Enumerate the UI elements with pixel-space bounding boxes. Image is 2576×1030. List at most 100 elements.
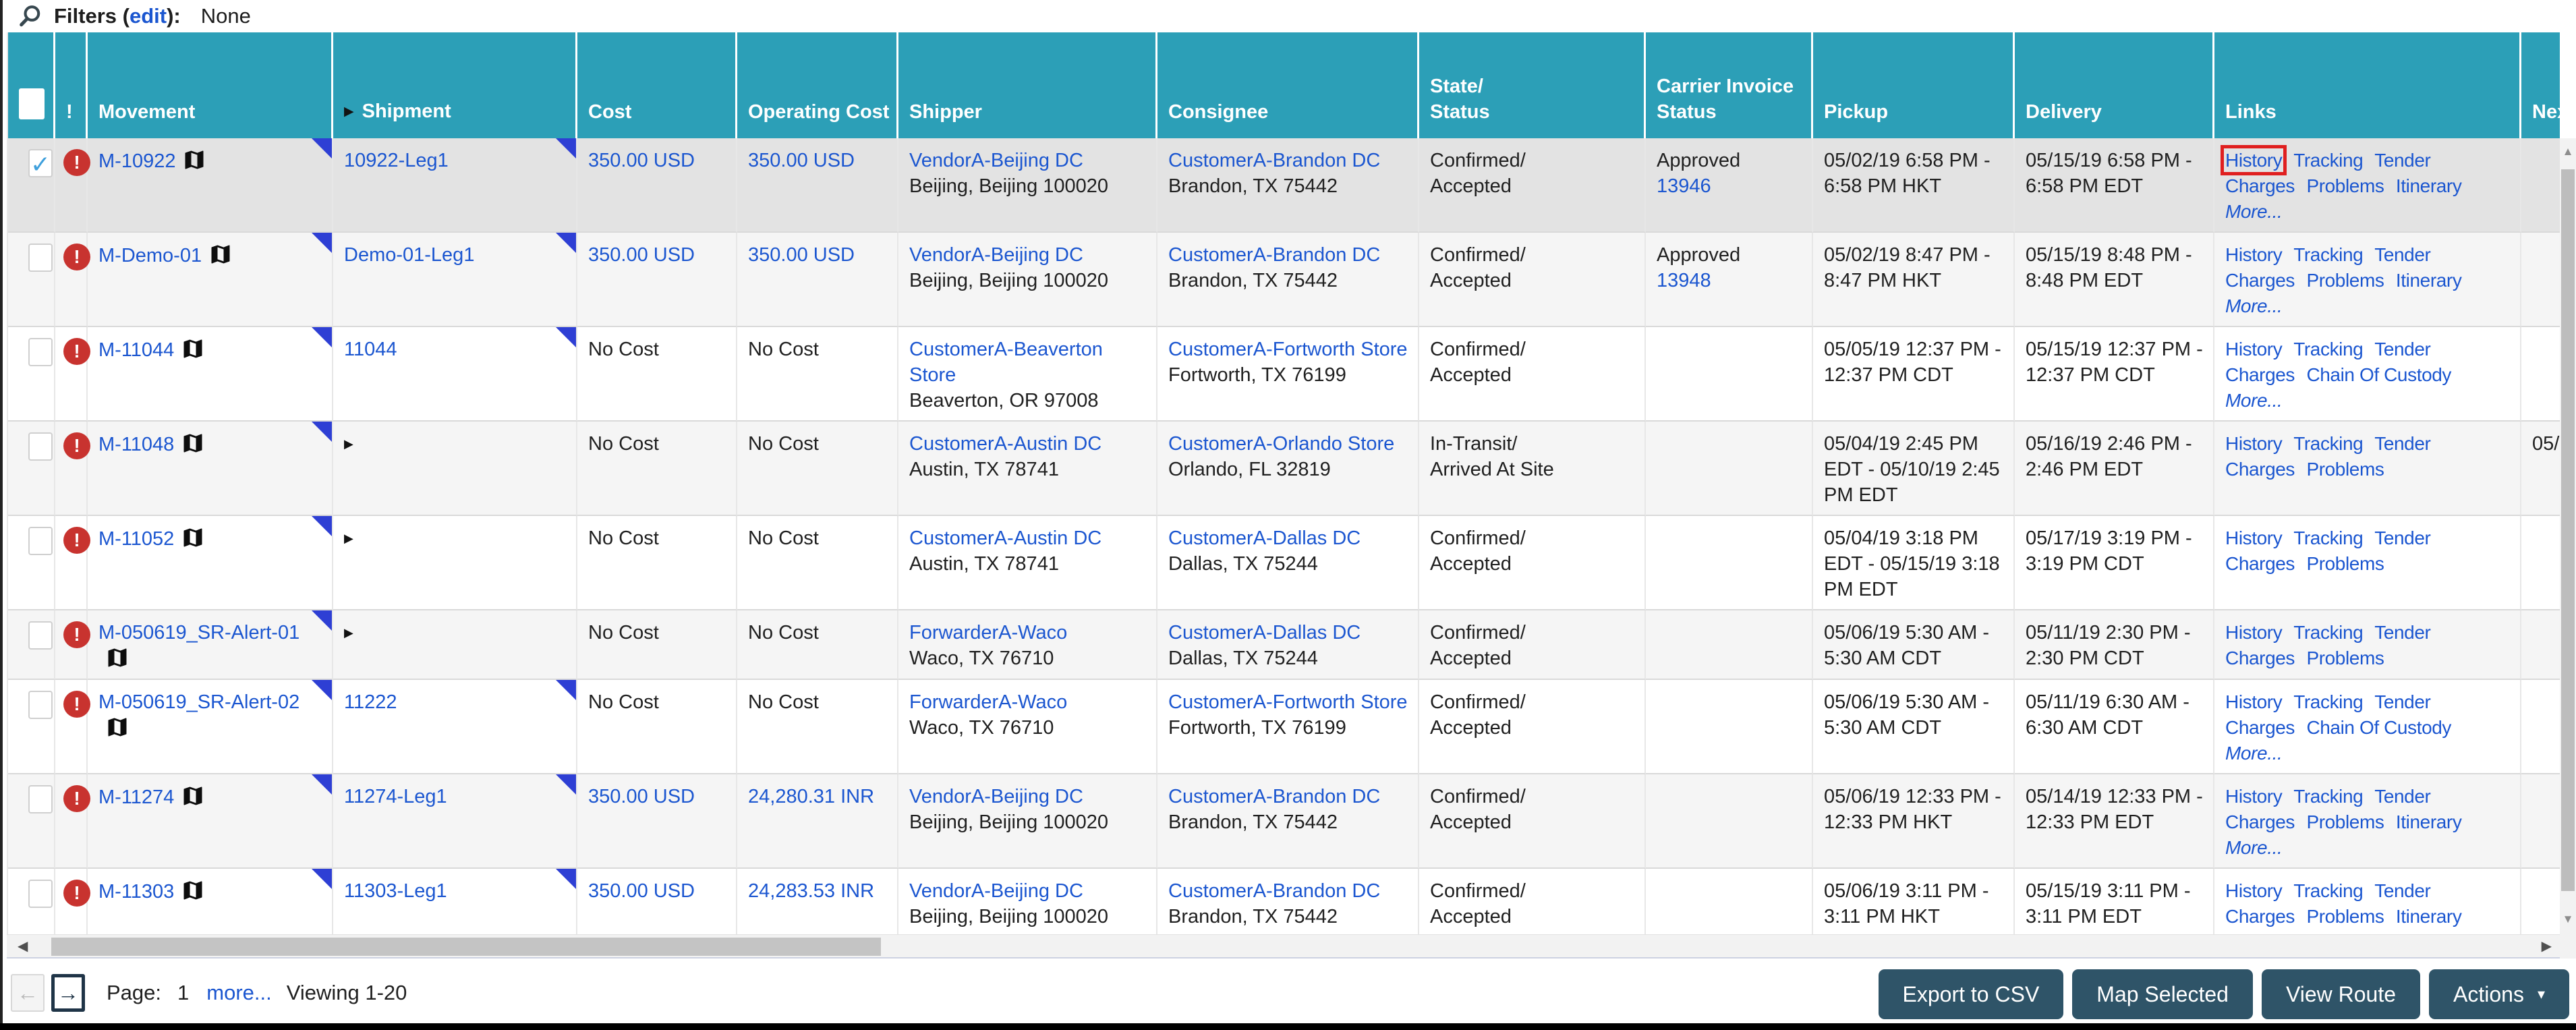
column-header[interactable]: ▶Carrier Invoice Status — [1646, 32, 1813, 138]
row-action-link[interactable]: Charges — [2225, 459, 2295, 480]
select-all-header[interactable] — [8, 32, 55, 138]
row-select-cell[interactable]: ✓ — [8, 869, 55, 934]
row-checkbox[interactable]: ✓ — [28, 880, 53, 908]
column-header[interactable]: ▶! — [55, 32, 88, 138]
previous-page-button[interactable]: ← — [11, 974, 45, 1012]
alert-icon[interactable]: ! — [63, 691, 90, 718]
alert-icon[interactable]: ! — [63, 149, 90, 176]
row-action-link[interactable]: History — [2225, 622, 2283, 643]
row-select-cell[interactable]: ✓ — [8, 422, 55, 516]
row-action-link[interactable]: Itinerary — [2396, 175, 2462, 196]
row-action-link[interactable]: Tender — [2374, 622, 2431, 643]
column-header[interactable]: ▶Pickup — [1813, 32, 2015, 138]
actions-dropdown-button[interactable]: Actions ▾ — [2429, 969, 2569, 1019]
row-select-cell[interactable]: ✓ — [8, 610, 55, 680]
shipper-link[interactable]: VendorA-Beijing DC — [909, 880, 1083, 902]
horizontal-scrollbar-thumb[interactable] — [51, 938, 881, 956]
row-action-link[interactable]: Tender — [2374, 244, 2431, 265]
column-header[interactable]: ▶Links — [2214, 32, 2521, 138]
row-action-link[interactable]: Tender — [2374, 339, 2431, 360]
row-action-link[interactable]: Tender — [2374, 433, 2431, 454]
column-header[interactable]: ▶ Shipment — [333, 32, 577, 138]
row-checkbox[interactable]: ✓ — [28, 785, 53, 813]
shipper-link[interactable]: CustomerA-Austin DC — [909, 433, 1101, 455]
view-route-button[interactable]: View Route — [2261, 969, 2421, 1019]
row-action-link[interactable]: Charges — [2225, 270, 2295, 291]
map-icon[interactable] — [105, 646, 130, 670]
row-action-link[interactable]: Charges — [2225, 364, 2295, 385]
row-checkbox[interactable]: ✓ — [28, 244, 53, 272]
column-header[interactable]: ▶Consignee — [1157, 32, 1419, 138]
movement-link[interactable]: M-11044 — [98, 339, 174, 361]
shipper-link[interactable]: ForwarderA-Waco — [909, 691, 1067, 713]
alert-icon[interactable]: ! — [63, 338, 90, 365]
row-action-link[interactable]: Problems — [2306, 459, 2384, 480]
column-header[interactable]: ▶State/ Status — [1419, 32, 1646, 138]
map-icon[interactable] — [105, 715, 130, 739]
movement-link[interactable]: M-11048 — [98, 434, 174, 455]
row-checkbox[interactable]: ✓ — [28, 621, 53, 650]
cost-value[interactable]: 350.00 USD — [588, 150, 695, 171]
operating-cost-value[interactable]: 350.00 USD — [748, 244, 855, 266]
map-icon[interactable] — [181, 878, 205, 903]
row-action-link[interactable]: Problems — [2306, 811, 2384, 832]
scroll-right-icon[interactable]: ▶ — [2542, 935, 2552, 958]
row-action-link[interactable]: Itinerary — [2396, 270, 2462, 291]
alert-icon[interactable]: ! — [63, 785, 90, 812]
shipment-link[interactable]: 11303-Leg1 — [344, 880, 447, 902]
row-action-link[interactable]: Tracking — [2293, 339, 2364, 360]
row-action-link[interactable]: Chain Of Custody — [2306, 364, 2451, 385]
vertical-scrollbar-thumb[interactable] — [2561, 169, 2575, 891]
shipper-link[interactable]: VendorA-Beijing DC — [909, 786, 1083, 807]
consignee-link[interactable]: CustomerA-Brandon DC — [1168, 244, 1380, 266]
movement-link[interactable]: M-10922 — [98, 150, 175, 172]
row-action-link[interactable]: Problems — [2306, 175, 2384, 196]
shipper-link[interactable]: CustomerA-Beaverton Store — [909, 339, 1103, 386]
vertical-scrollbar[interactable]: ▲ ▼ — [2560, 138, 2576, 934]
row-action-link[interactable]: More... — [2225, 295, 2283, 316]
row-action-link[interactable]: Charges — [2225, 175, 2295, 196]
invoice-number-link[interactable]: 13948 — [1657, 270, 1711, 291]
consignee-link[interactable]: CustomerA-Brandon DC — [1168, 150, 1380, 171]
row-action-link[interactable]: Problems — [2306, 270, 2384, 291]
column-header[interactable]: ▶Next — [2521, 32, 2560, 138]
row-checkbox[interactable]: ✓ — [28, 527, 53, 555]
row-checkbox[interactable]: ✓ — [28, 338, 53, 366]
consignee-link[interactable]: CustomerA-Brandon DC — [1168, 786, 1380, 807]
alert-icon[interactable]: ! — [63, 432, 90, 459]
row-action-link[interactable]: History — [2225, 786, 2283, 807]
row-action-link[interactable]: Tracking — [2293, 622, 2364, 643]
alert-icon[interactable]: ! — [63, 880, 90, 907]
row-select-cell[interactable]: ✓ — [8, 233, 55, 327]
cost-value[interactable]: 350.00 USD — [588, 244, 695, 266]
consignee-link[interactable]: CustomerA-Fortworth Store — [1168, 691, 1408, 713]
row-action-link[interactable]: More... — [2225, 837, 2283, 858]
row-action-link[interactable]: Chain Of Custody — [2306, 717, 2451, 738]
shipper-link[interactable]: CustomerA-Austin DC — [909, 527, 1101, 549]
row-action-link[interactable]: Charges — [2225, 648, 2295, 668]
shipper-link[interactable]: VendorA-Beijing DC — [909, 244, 1083, 266]
next-page-button[interactable]: → — [51, 974, 85, 1012]
row-action-link[interactable]: Tracking — [2293, 244, 2364, 265]
row-action-link[interactable]: Tracking — [2293, 433, 2364, 454]
movement-link[interactable]: M-11052 — [98, 528, 174, 550]
cost-value[interactable]: 350.00 USD — [588, 880, 695, 902]
alert-icon[interactable]: ! — [63, 621, 90, 648]
row-select-cell[interactable]: ✓ — [8, 680, 55, 774]
row-action-link[interactable]: Tender — [2374, 150, 2431, 171]
consignee-link[interactable]: CustomerA-Dallas DC — [1168, 622, 1361, 643]
alert-icon[interactable]: ! — [63, 244, 90, 270]
row-action-link[interactable]: History — [2220, 145, 2287, 175]
alert-icon[interactable]: ! — [63, 527, 90, 554]
horizontal-scrollbar[interactable]: ◀ ▶ — [7, 934, 2560, 959]
row-action-link[interactable]: More... — [2225, 390, 2283, 411]
row-action-link[interactable]: Charges — [2225, 553, 2295, 574]
row-action-link[interactable]: Tracking — [2293, 880, 2364, 901]
row-select-cell[interactable]: ✓ — [8, 516, 55, 610]
row-action-link[interactable]: Tracking — [2293, 691, 2364, 712]
row-action-link[interactable]: Itinerary — [2396, 906, 2462, 927]
row-action-link[interactable]: Problems — [2306, 648, 2384, 668]
row-checkbox[interactable]: ✓ — [28, 691, 53, 719]
map-icon[interactable] — [181, 337, 205, 361]
shipment-link[interactable]: 10922-Leg1 — [344, 150, 449, 171]
